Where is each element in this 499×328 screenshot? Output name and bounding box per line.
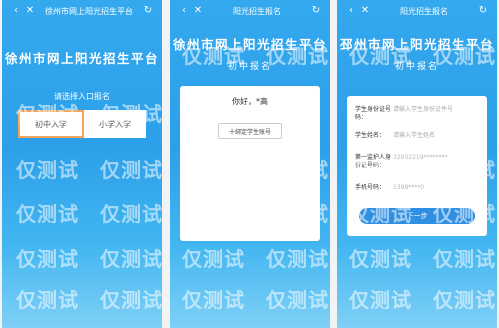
nav-title: 阳光招生报名 [233, 6, 281, 16]
page-title: 徐州市网上阳光招生平台 [172, 37, 327, 52]
nav-title: 阳光招生报名 [400, 6, 448, 16]
page-title: 徐州市网上阳光招生平台 [4, 51, 159, 66]
entry-buttons: 初中入学 小学入学 [18, 110, 146, 138]
student-name-input[interactable]: 请输入学生姓名 [393, 132, 481, 140]
phone-screen-1: ‹ ✕ 徐州市网上阳光招生平台 ↻ 徐州市网上阳光招生平台 请选择入口报名 初中… [2, 0, 162, 328]
watermark: 仅测试 [266, 288, 329, 312]
student-id-input[interactable]: 请输入学生身份证件号 [393, 106, 481, 122]
field-label: 学生姓名： [355, 132, 386, 139]
bind-student-account-button[interactable]: 十绑定学生账号 [218, 123, 282, 139]
guardian-id-input[interactable]: 32032219******** [393, 154, 481, 170]
refresh-icon[interactable]: ↻ [141, 0, 155, 22]
close-icon[interactable]: ✕ [358, 0, 372, 22]
chevron-left-icon[interactable]: ‹ [344, 0, 358, 22]
primary-school-button[interactable]: 小学入学 [84, 110, 146, 138]
entry-label: 请选择入口报名 [54, 92, 110, 101]
form-row-phone: 手机号码： 1398****0 [355, 184, 481, 192]
registration-form: 学生身份证号码： 请输入学生身份证件号 学生姓名： 请输入学生姓名 第一监护人身… [347, 96, 487, 236]
watermark: 仅测试 [349, 288, 412, 312]
field-label: 手机号码： [355, 184, 386, 191]
nav-bar: ‹ ✕ 阳光招生报名 ↻ [337, 0, 497, 22]
watermark: 仅测试 [16, 288, 79, 312]
watermark: 仅测试 [100, 158, 162, 182]
greeting-text: 你好，*高 [232, 97, 268, 106]
nav-title: 徐州市网上阳光招生平台 [45, 6, 133, 16]
watermark: 仅测试 [182, 288, 245, 312]
form-row-student-name: 学生姓名： 请输入学生姓名 [355, 132, 481, 140]
nav-bar: ‹ ✕ 徐州市网上阳光招生平台 ↻ [2, 0, 162, 22]
form-row-student-id: 学生身份证号码： 请输入学生身份证件号 [355, 106, 481, 122]
phone-screen-3: ‹ ✕ 阳光招生报名 ↻ 邳州市网上阳光招生平台 初中报名 学生身份证号码： 请… [337, 0, 497, 328]
watermark: 仅测试 [100, 247, 162, 271]
close-icon[interactable]: ✕ [191, 0, 205, 22]
page-subtitle: 初中报名 [394, 62, 439, 72]
watermark: 仅测试 [16, 202, 79, 226]
form-row-guardian-id: 第一监护人身份证号码： 32032219******** [355, 154, 481, 170]
watermark: 仅测试 [433, 247, 496, 271]
watermark: 仅测试 [349, 247, 412, 271]
field-label: 第一监护人身份证号码： [355, 154, 392, 169]
watermark: 仅测试 [266, 247, 329, 271]
chevron-left-icon[interactable]: ‹ [9, 0, 23, 22]
watermark: 仅测试 [100, 288, 162, 312]
watermark: 仅测试 [16, 158, 79, 182]
refresh-icon[interactable]: ↻ [476, 0, 490, 22]
next-step-button[interactable]: 下一步 [359, 208, 475, 224]
field-label: 学生身份证号码： [355, 106, 392, 121]
watermark: 仅测试 [16, 247, 79, 271]
watermark: 仅测试 [100, 202, 162, 226]
phone-input[interactable]: 1398****0 [393, 184, 481, 192]
watermark: 仅测试 [182, 247, 245, 271]
refresh-icon[interactable]: ↻ [309, 0, 323, 22]
page-subtitle: 初中报名 [227, 62, 272, 72]
junior-school-button[interactable]: 初中入学 [18, 110, 84, 138]
nav-bar: ‹ ✕ 阳光招生报名 ↻ [170, 0, 330, 22]
chevron-left-icon[interactable]: ‹ [177, 0, 191, 22]
close-icon[interactable]: ✕ [23, 0, 37, 22]
phone-screen-2: ‹ ✕ 阳光招生报名 ↻ 徐州市网上阳光招生平台 初中报名 你好，*高 十绑定学… [170, 0, 330, 328]
watermark: 仅测试 [433, 288, 496, 312]
account-card: 你好，*高 十绑定学生账号 [180, 86, 320, 241]
page-title: 邳州市网上阳光招生平台 [339, 37, 494, 52]
